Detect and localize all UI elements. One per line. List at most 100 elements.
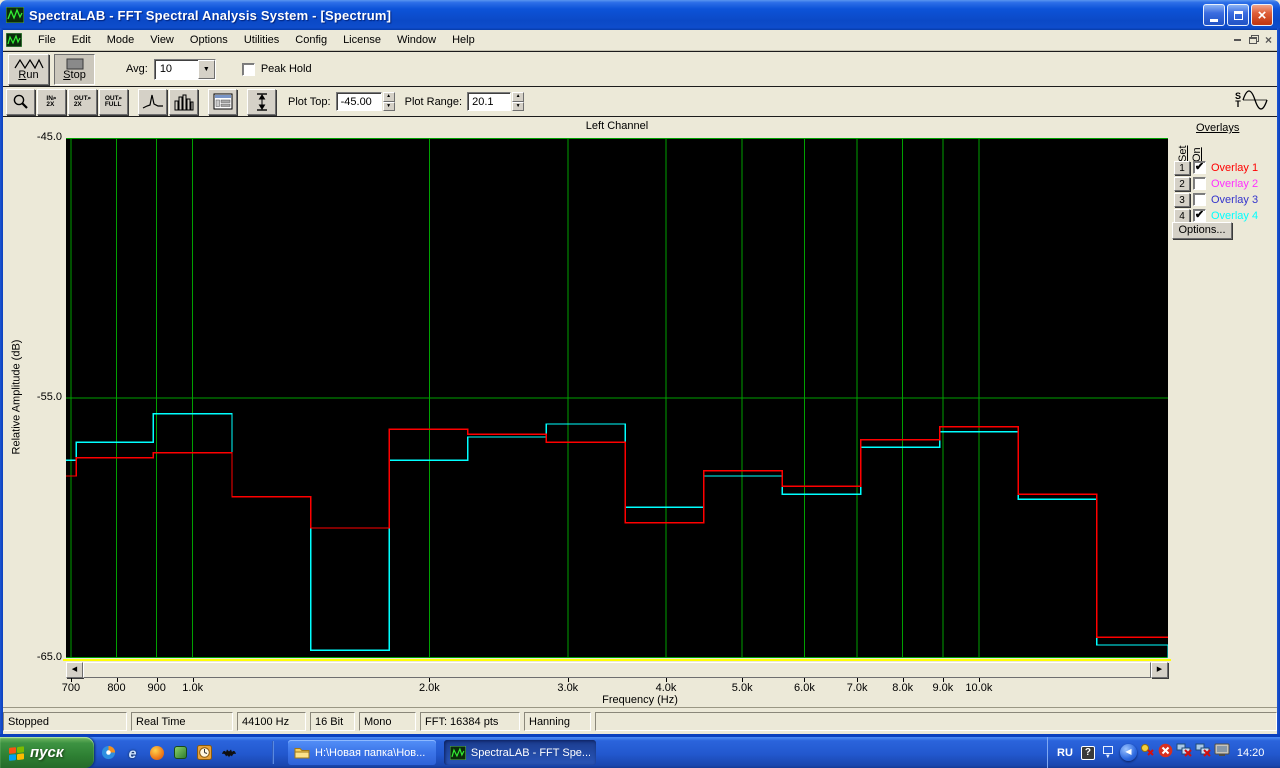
overlay-options-button[interactable]: Options...	[1172, 222, 1232, 239]
screen: SpectraLAB - FFT Spectral Analysis Syste…	[0, 0, 1280, 768]
x-tick-label: 700	[61, 682, 81, 694]
network-disabled-icon[interactable]	[1176, 743, 1192, 762]
menu-utilities[interactable]: Utilities	[236, 31, 287, 49]
taskbar-button-folder[interactable]: H:\Новая папка\Нов...	[288, 740, 436, 765]
overlay-2-checkbox[interactable]	[1193, 177, 1206, 190]
spectralab-icon	[450, 745, 466, 760]
abort-icon[interactable]	[1158, 743, 1173, 763]
menu-help[interactable]: Help	[444, 31, 483, 49]
overlay-1-checkbox[interactable]: ✔	[1193, 161, 1206, 174]
minimize-button[interactable]	[1203, 4, 1225, 26]
browser-icon[interactable]	[148, 744, 165, 761]
overlay-3-checkbox[interactable]	[1193, 193, 1206, 206]
stop-button[interactable]: Stop	[54, 53, 95, 85]
menu-view[interactable]: View	[142, 31, 182, 49]
spinner-up-icon[interactable]: ▲	[512, 92, 525, 102]
plot-top-label: Plot Top:	[288, 95, 331, 108]
display-options-button[interactable]	[208, 88, 237, 115]
network-disabled-icon-2[interactable]	[1195, 743, 1211, 762]
zoom-in-2x-icon: IN⌕ 2X	[46, 94, 57, 108]
zoom-out-2x-button[interactable]: OUT⌕ 2X	[68, 88, 97, 115]
signal-generator-button[interactable]: ST	[1235, 90, 1268, 110]
language-indicator[interactable]: RU	[1057, 747, 1073, 759]
menu-file[interactable]: File	[30, 31, 64, 49]
language-bar-icon[interactable]: ▼	[1102, 745, 1113, 760]
start-button[interactable]: пуск	[0, 737, 94, 768]
overlay-3-set-button[interactable]: 3	[1174, 193, 1190, 207]
bat-app-icon[interactable]	[220, 744, 237, 761]
status-fft-size: FFT: 16384 pts	[420, 712, 520, 731]
status-filler	[595, 712, 1277, 731]
line-display-button[interactable]	[138, 88, 167, 115]
zoom-button[interactable]	[6, 88, 35, 115]
signal-generator-icon: ST	[1234, 91, 1241, 109]
x-tick-label: 900	[147, 682, 166, 694]
peak-hold-checkbox[interactable]	[241, 62, 255, 76]
status-bit-depth: 16 Bit	[310, 712, 355, 731]
overlay-4-set-button[interactable]: 4	[1174, 209, 1190, 223]
zoom-out-full-button[interactable]: OUT⌕ FULL	[99, 88, 128, 115]
overlays-on-header: On	[1191, 147, 1203, 162]
overlay-2-set-button[interactable]: 2	[1174, 177, 1190, 191]
menu-window[interactable]: Window	[389, 31, 444, 49]
vertical-scale-button[interactable]	[247, 88, 276, 115]
clock[interactable]: 14:20	[1237, 747, 1265, 759]
maximize-button[interactable]	[1227, 4, 1249, 26]
help-balloon-icon[interactable]: ?	[1080, 745, 1095, 760]
spinner-down-icon[interactable]: ▼	[512, 101, 525, 111]
zoom-out-full-icon: OUT⌕ FULL	[104, 94, 123, 108]
mdi-child-icon	[6, 33, 22, 47]
x-tick-label: 3.0k	[557, 682, 579, 694]
scheduler-icon[interactable]	[196, 744, 213, 761]
avg-combobox[interactable]: 10 ▼	[153, 58, 216, 80]
menu-mode[interactable]: Mode	[99, 31, 143, 49]
taskbar-button-spectralab[interactable]: SpectraLAB - FFT Spe...	[444, 740, 596, 765]
overlays-panel: Overlays Set On 1 ✔ Overlay 1 2 Overlay …	[1172, 119, 1278, 245]
status-bar: Stopped Real Time 44100 Hz 16 Bit Mono F…	[0, 707, 1280, 735]
plot-horizontal-scrollbar[interactable]: ◀ ▶	[66, 662, 1168, 678]
zoom-in-2x-button[interactable]: IN⌕ 2X	[37, 88, 66, 115]
x-tick-mark	[742, 678, 744, 682]
child-minimize-button[interactable]	[1233, 39, 1241, 41]
status-sample-rate: 44100 Hz	[237, 712, 306, 731]
scroll-left-arrow-icon[interactable]: ◀	[66, 662, 83, 678]
child-restore-button[interactable]	[1248, 36, 1257, 44]
show-hidden-icons-chevron[interactable]: ◀	[1119, 744, 1137, 761]
scrollbar-thumb[interactable]	[83, 662, 1151, 678]
spinner-up-icon[interactable]: ▲	[382, 92, 395, 102]
child-close-button[interactable]: ×	[1265, 34, 1272, 46]
status-mode: Real Time	[131, 712, 233, 731]
menu-config[interactable]: Config	[287, 31, 335, 49]
spectrum-plot[interactable]	[66, 138, 1168, 658]
plot-top-input[interactable]: -45.00	[335, 92, 382, 111]
overlay-1-set-button[interactable]: 1	[1174, 161, 1190, 175]
menu-license[interactable]: License	[335, 31, 389, 49]
overlay-4-checkbox[interactable]: ✔	[1193, 209, 1206, 222]
title-bar[interactable]: SpectraLAB - FFT Spectral Analysis Syste…	[0, 0, 1280, 30]
key-alert-icon[interactable]	[1140, 743, 1155, 762]
app-window: SpectraLAB - FFT Spectral Analysis Syste…	[0, 0, 1280, 737]
plot-top-spinner[interactable]: ▲ ▼	[382, 92, 395, 111]
status-run-state: Stopped	[3, 712, 127, 731]
run-label: Run	[18, 68, 39, 81]
spinner-down-icon[interactable]: ▼	[382, 101, 395, 111]
spectrum-view: Left Channel Relative Amplitude (dB) -45…	[0, 117, 1280, 707]
menu-options[interactable]: Options	[182, 31, 236, 49]
scroll-right-arrow-icon[interactable]: ▶	[1151, 662, 1168, 678]
x-tick-mark	[857, 678, 859, 682]
stop-square-icon	[66, 58, 83, 69]
close-button[interactable]: ×	[1251, 4, 1273, 26]
taskbar: пуск e H:\Новая папка\Нов... SpectraLAB …	[0, 737, 1280, 768]
avg-dropdown-arrow-icon[interactable]: ▼	[197, 59, 215, 79]
display-settings-icon[interactable]	[1214, 743, 1230, 762]
green-app-icon[interactable]	[172, 744, 189, 761]
menu-edit[interactable]: Edit	[64, 31, 99, 49]
display-options-icon	[213, 93, 232, 110]
plot-range-input[interactable]: 20.1	[467, 92, 512, 111]
plot-range-spinner[interactable]: ▲ ▼	[512, 92, 525, 111]
internet-explorer-icon[interactable]: e	[124, 744, 141, 761]
run-button[interactable]: Run	[8, 53, 49, 85]
bar-display-button[interactable]	[169, 88, 198, 115]
vertical-scale-icon	[256, 92, 267, 111]
media-player-icon[interactable]	[100, 744, 117, 761]
